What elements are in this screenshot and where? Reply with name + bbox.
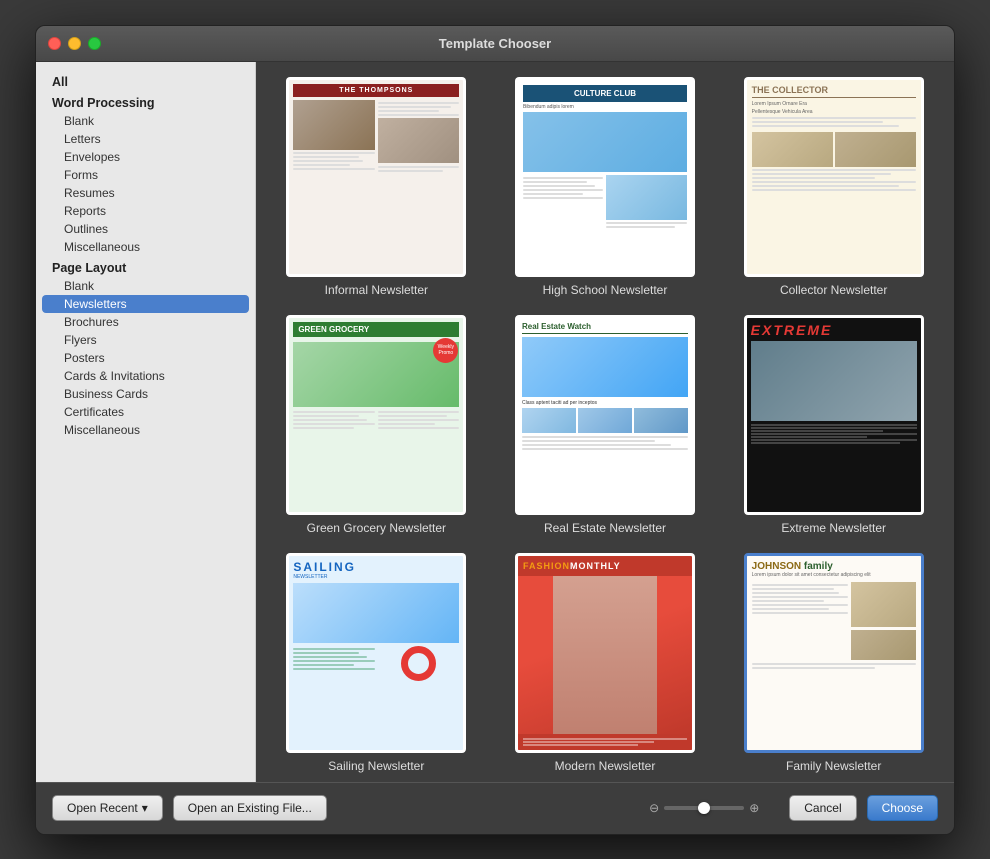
sidebar-item-misc-pl[interactable]: Miscellaneous [36, 421, 255, 439]
close-button[interactable] [48, 37, 61, 50]
footer: Open Recent ▾ Open an Existing File... ⊖… [36, 782, 954, 834]
chevron-down-icon: ▾ [142, 801, 148, 815]
template-highschool-newsletter[interactable]: CULTURE CLUB Bibendum adipis lorem [500, 77, 711, 297]
template-label-modern: Modern Newsletter [555, 759, 656, 773]
template-label-collector: Collector Newsletter [780, 283, 887, 297]
sidebar-item-outlines[interactable]: Outlines [36, 220, 255, 238]
template-thumb-collector[interactable]: THE COLLECTOR Lorem Ipsum Ornare Era Pel… [744, 77, 924, 277]
sidebar-item-posters[interactable]: Posters [36, 349, 255, 367]
template-label-extreme: Extreme Newsletter [781, 521, 886, 535]
template-thumb-realestate[interactable]: Real Estate Watch Class aptent taciti ad… [515, 315, 695, 515]
sidebar-item-forms[interactable]: Forms [36, 166, 255, 184]
sidebar-item-envelopes[interactable]: Envelopes [36, 148, 255, 166]
window-title: Template Chooser [439, 36, 551, 51]
zoom-in-icon[interactable]: ⊕ [749, 801, 759, 815]
maximize-button[interactable] [88, 37, 101, 50]
choose-button[interactable]: Choose [867, 795, 938, 821]
minimize-button[interactable] [68, 37, 81, 50]
open-existing-button[interactable]: Open an Existing File... [173, 795, 327, 821]
template-informal-newsletter[interactable]: THE THOMPSONS [271, 77, 482, 297]
template-thumb-informal[interactable]: THE THOMPSONS [286, 77, 466, 277]
window-controls [48, 37, 101, 50]
sidebar-item-misc-wp[interactable]: Miscellaneous [36, 238, 255, 256]
zoom-out-icon[interactable]: ⊖ [649, 801, 659, 815]
sidebar-item-business-cards[interactable]: Business Cards [36, 385, 255, 403]
zoom-control: ⊖ ⊕ [649, 801, 759, 815]
template-modern-newsletter[interactable]: FASHIONMONTHLY Modern Newsletter [500, 553, 711, 773]
sidebar-item-resumes[interactable]: Resumes [36, 184, 255, 202]
sidebar-item-letters[interactable]: Letters [36, 130, 255, 148]
template-family-newsletter[interactable]: JOHNSON family Lorem ipsum dolor sit ame… [728, 553, 939, 773]
template-label-informal: Informal Newsletter [325, 283, 428, 297]
sidebar-item-brochures[interactable]: Brochures [36, 313, 255, 331]
sidebar-item-blank-pl[interactable]: Blank [36, 277, 255, 295]
zoom-thumb [698, 802, 710, 814]
sidebar: All Word Processing Blank Letters Envelo… [36, 62, 256, 782]
sidebar-item-newsletters[interactable]: Newsletters [42, 295, 249, 313]
sidebar-item-cards-invitations[interactable]: Cards & Invitations [36, 367, 255, 385]
sidebar-item-certificates[interactable]: Certificates [36, 403, 255, 421]
main-content: THE THOMPSONS [256, 62, 954, 782]
template-thumb-family[interactable]: JOHNSON family Lorem ipsum dolor sit ame… [744, 553, 924, 753]
template-real-estate-newsletter[interactable]: Real Estate Watch Class aptent taciti ad… [500, 315, 711, 535]
open-recent-button[interactable]: Open Recent ▾ [52, 795, 163, 821]
template-green-grocery-newsletter[interactable]: GREEN GROCERY Weekly Promo [271, 315, 482, 535]
template-chooser-window: Template Chooser All Word Processing Bla… [35, 25, 955, 835]
sidebar-category-page-layout: Page Layout [36, 256, 255, 277]
sidebar-item-flyers[interactable]: Flyers [36, 331, 255, 349]
template-label-sailing: Sailing Newsletter [328, 759, 424, 773]
sidebar-all[interactable]: All [36, 70, 255, 91]
template-grid: THE THOMPSONS [271, 77, 939, 773]
titlebar: Template Chooser [36, 26, 954, 62]
template-thumb-highschool[interactable]: CULTURE CLUB Bibendum adipis lorem [515, 77, 695, 277]
template-label-highschool: High School Newsletter [543, 283, 668, 297]
template-extreme-newsletter[interactable]: EXTREME [728, 315, 939, 535]
template-label-realestate: Real Estate Newsletter [544, 521, 666, 535]
template-thumb-extreme[interactable]: EXTREME [744, 315, 924, 515]
sidebar-item-reports[interactable]: Reports [36, 202, 255, 220]
sidebar-category-word-processing: Word Processing [36, 91, 255, 112]
template-thumb-grocery[interactable]: GREEN GROCERY Weekly Promo [286, 315, 466, 515]
template-sailing-newsletter[interactable]: SAILING NEWSLETTER [271, 553, 482, 773]
sidebar-item-blank-wp[interactable]: Blank [36, 112, 255, 130]
template-label-family: Family Newsletter [786, 759, 881, 773]
template-thumb-sailing[interactable]: SAILING NEWSLETTER [286, 553, 466, 753]
content-area: All Word Processing Blank Letters Envelo… [36, 62, 954, 782]
template-thumb-modern[interactable]: FASHIONMONTHLY [515, 553, 695, 753]
zoom-slider[interactable] [664, 806, 744, 810]
cancel-button[interactable]: Cancel [789, 795, 856, 821]
template-collector-newsletter[interactable]: THE COLLECTOR Lorem Ipsum Ornare Era Pel… [728, 77, 939, 297]
template-label-grocery: Green Grocery Newsletter [307, 521, 446, 535]
